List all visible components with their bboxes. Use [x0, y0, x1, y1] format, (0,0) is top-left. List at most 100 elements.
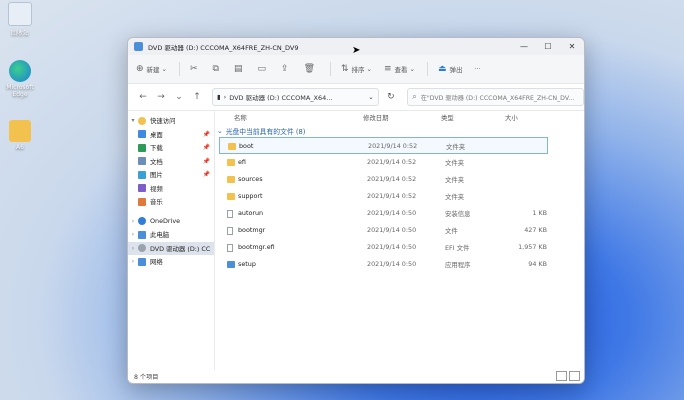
back-icon[interactable]: ← [134, 92, 152, 102]
table-row[interactable]: autorun 2021/9/14 0:50 安装信息 1 KB [219, 205, 584, 222]
rename-icon: ▭ [257, 64, 267, 74]
cut-button[interactable]: ✂ [190, 64, 201, 74]
sidebar-item-desktop[interactable]: 桌面 📌 [128, 128, 214, 142]
column-header-size[interactable]: 大小 [505, 113, 518, 122]
eject-icon: ⏏ [438, 64, 447, 74]
edge-icon [9, 60, 31, 82]
table-row[interactable]: sources 2021/9/14 0:52 文件夹 [219, 171, 584, 188]
table-row[interactable]: support 2021/9/14 0:52 文件夹 [219, 188, 584, 205]
folder-icon [9, 120, 31, 142]
tiles-view-icon[interactable] [569, 371, 580, 381]
plus-icon: ⊕ [136, 64, 144, 74]
window-title: DVD 驱动器 (D:) CCCOMA_X64FRE_ZH-CN_DV9 [148, 43, 299, 52]
file-explorer-window: DVD 驱动器 (D:) CCCOMA_X64FRE_ZH-CN_DV9 — ☐… [127, 37, 585, 384]
view-button[interactable]: ≡ 查看 ⌄ [384, 64, 415, 74]
view-icon: ≡ [384, 64, 392, 74]
table-row[interactable]: bootmgr 2021/9/14 0:50 文件 427 KB [219, 222, 584, 239]
drive-icon: ▮ [217, 93, 221, 101]
paste-button[interactable]: ▤ [234, 64, 246, 74]
music-icon [138, 197, 146, 206]
refresh-icon[interactable]: ↻ [383, 92, 400, 102]
copy-button[interactable]: ⧉ [213, 64, 222, 74]
paste-icon: ▤ [233, 64, 243, 74]
forward-icon[interactable]: → [152, 92, 170, 102]
sort-button[interactable]: ⇅ 排序 ⌄ [341, 64, 372, 74]
search-input[interactable]: ⌕ 在"DVD 驱动器 (D:) CCCOMA_X64FRE_ZH-CN_DV.… [407, 88, 584, 106]
delete-button[interactable]: 🗑 [304, 64, 318, 74]
sidebar-item-pictures[interactable]: 图片 📌 [128, 168, 214, 182]
address-path: DVD 驱动器 (D:) CCCOMA_X64... [229, 94, 333, 102]
computer-icon [138, 230, 146, 239]
address-bar[interactable]: ▮ › DVD 驱动器 (D:) CCCOMA_X64... ⌄ [212, 88, 379, 106]
chevron-down-icon[interactable]: ⌄ [368, 93, 373, 101]
sidebar-item-onedrive[interactable]: › OneDrive [128, 215, 214, 229]
mouse-cursor-icon: ➤ [352, 45, 361, 56]
sidebar-item-this-pc[interactable]: › 此电脑 [128, 228, 214, 242]
table-row[interactable]: setup 2021/9/14 0:50 应用程序 94 KB [219, 256, 584, 273]
setup-app-icon [227, 261, 235, 268]
file-list: 名称 修改日期 类型 大小 ⌄ 光盘中当前具有的文件 (8) boot 2021… [215, 110, 584, 370]
file-icon [227, 244, 233, 252]
maximize-button[interactable]: ☐ [536, 38, 560, 55]
folder-icon [227, 193, 235, 200]
rename-button[interactable]: ▭ [258, 64, 270, 74]
disc-icon [138, 244, 146, 253]
table-row[interactable]: boot 2021/9/14 0:52 文件夹 [219, 137, 548, 154]
file-icon [227, 227, 233, 235]
address-row: ← → ⌄ ↑ ▮ › DVD 驱动器 (D:) CCCOMA_X64... ⌄… [128, 84, 584, 111]
search-placeholder: 在"DVD 驱动器 (D:) CCCOMA_X64FRE_ZH-CN_DV... [420, 94, 575, 102]
sidebar-item-quick-access[interactable]: ▾ 快速访问 [128, 114, 214, 128]
navigation-pane: ▾ 快速访问 桌面 📌 下载 📌 文档 📌 图片 📌 视频 音乐 › OneDr… [128, 110, 215, 370]
folder-icon [227, 176, 235, 183]
pin-icon: 📌 [202, 130, 210, 138]
details-view-icon[interactable] [556, 371, 567, 381]
picture-icon [138, 170, 146, 179]
breadcrumb-chevron: › [223, 93, 227, 101]
folder-icon [228, 143, 236, 150]
sidebar-item-dvd-drive[interactable]: › DVD 驱动器 (D:) CC [128, 241, 214, 255]
group-header[interactable]: ⌄ 光盘中当前具有的文件 (8) [215, 124, 584, 137]
column-header-name[interactable]: 名称 [234, 113, 247, 122]
new-button[interactable]: ⊕ 新建 ⌄ [136, 64, 167, 74]
table-row[interactable]: bootmgr.efi 2021/9/14 0:50 EFI 文件 1,957 … [219, 239, 584, 256]
status-bar: 8 个项目 [128, 370, 584, 383]
desktop-icon-label: 回收站 [10, 30, 29, 37]
cut-icon: ✂ [190, 64, 198, 74]
sidebar-item-music[interactable]: 音乐 [128, 195, 214, 209]
close-button[interactable]: ✕ [560, 38, 584, 55]
sidebar-item-videos[interactable]: 视频 [128, 182, 214, 196]
column-headers: 名称 修改日期 类型 大小 [215, 110, 584, 124]
desktop-icon-label: Microsoft Edge [6, 84, 34, 98]
up-icon[interactable]: ↑ [188, 92, 206, 102]
sidebar-item-documents[interactable]: 文档 📌 [128, 155, 214, 169]
share-button[interactable]: ⇪ [281, 64, 292, 74]
desktop-icon-folder[interactable]: A6 [2, 120, 38, 151]
column-header-modified[interactable]: 修改日期 [363, 113, 389, 122]
chevron-down-icon: ⌄ [217, 126, 223, 135]
eject-button[interactable]: ⏏ 弹出 [438, 64, 463, 74]
desktop-icon-label: A6 [16, 144, 24, 151]
minimize-button[interactable]: — [512, 38, 536, 55]
desktop-icon-recycle-bin[interactable]: 回收站 [2, 2, 38, 37]
search-icon: ⌕ [412, 92, 417, 101]
more-button[interactable]: ··· [475, 65, 481, 73]
pin-icon: 📌 [202, 157, 210, 165]
copy-icon: ⧉ [212, 64, 219, 74]
video-icon [138, 184, 146, 193]
sort-icon: ⇅ [341, 64, 349, 74]
chevron-down-icon[interactable]: ⌄ [170, 92, 188, 102]
table-row[interactable]: efi 2021/9/14 0:52 文件夹 [219, 154, 584, 171]
item-count: 8 个项目 [134, 374, 159, 381]
share-icon: ⇪ [281, 64, 289, 74]
desktop-icon [138, 130, 146, 139]
download-icon [138, 143, 146, 152]
delete-icon: 🗑 [303, 64, 315, 74]
sidebar-item-downloads[interactable]: 下载 📌 [128, 141, 214, 155]
desktop-icon-edge[interactable]: Microsoft Edge [2, 60, 38, 98]
column-header-type[interactable]: 类型 [441, 113, 454, 122]
folder-icon [227, 159, 235, 166]
sidebar-item-network[interactable]: › 网络 [128, 255, 214, 269]
settings-file-icon [227, 210, 233, 218]
recycle-bin-icon [8, 2, 32, 26]
document-icon [138, 157, 146, 166]
